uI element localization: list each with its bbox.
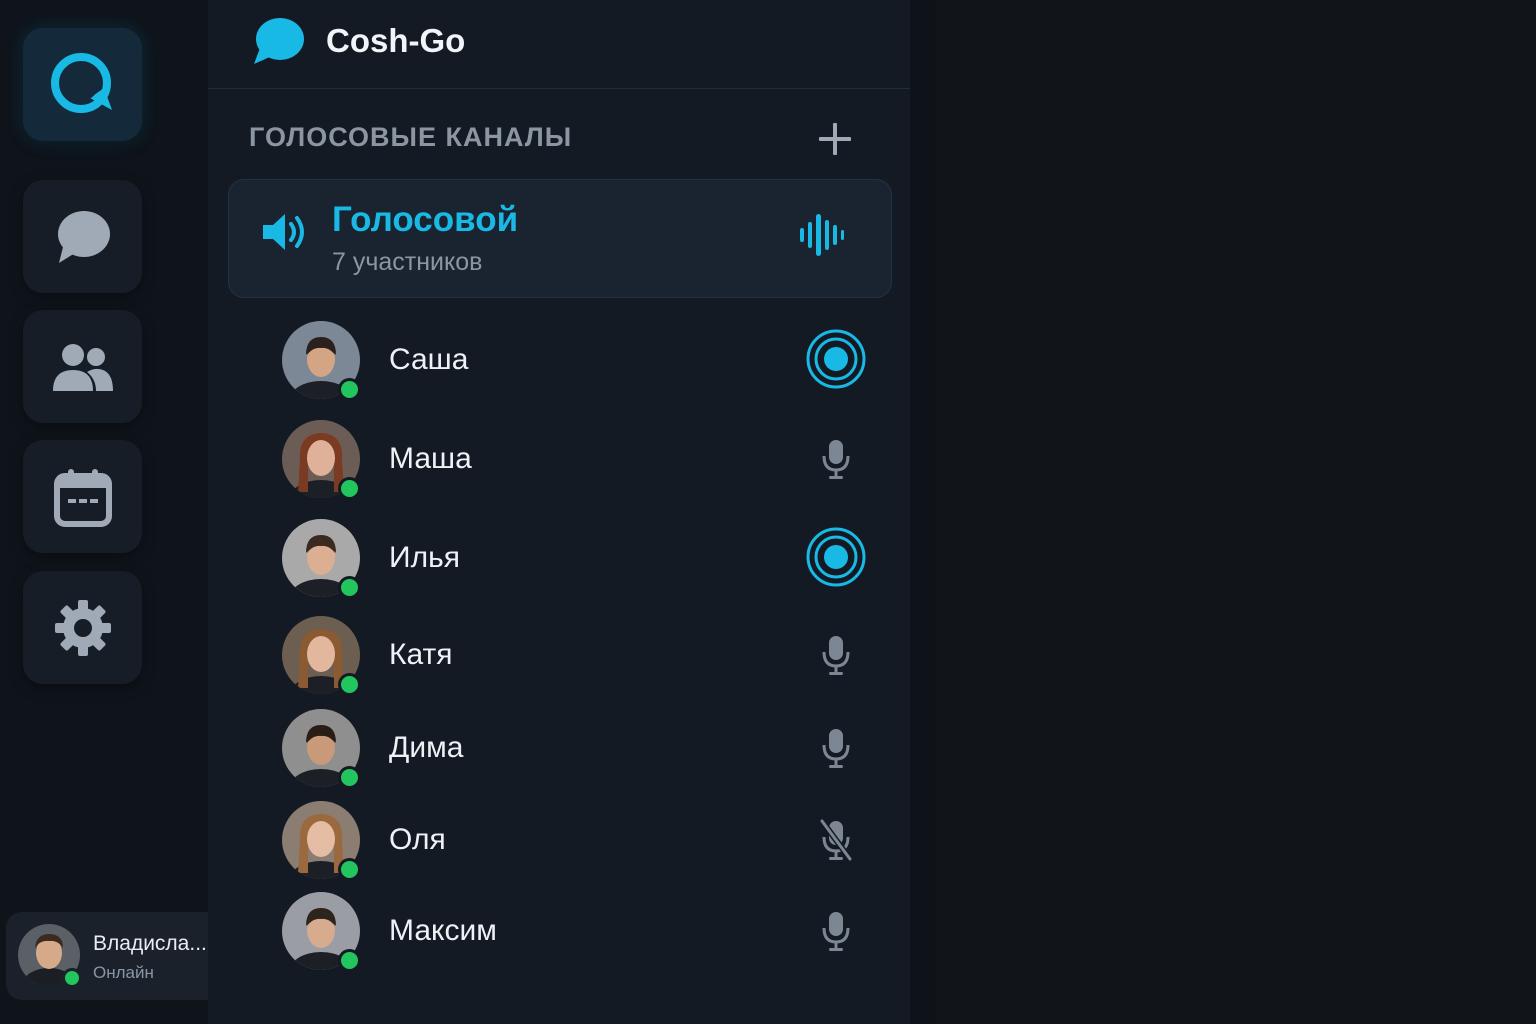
member-voice-status[interactable] (805, 427, 867, 494)
current-user-status: Онлайн (93, 963, 154, 982)
logo-chat-icon (50, 52, 112, 113)
online-indicator (338, 858, 361, 881)
current-user-card[interactable]: Владисла... Онлайн (6, 912, 230, 1000)
voice-channel-item[interactable]: Голосовой 7 участников (228, 179, 892, 298)
member-name: Маша (389, 442, 472, 475)
sound-wave-icon (800, 214, 844, 256)
plus-icon (819, 123, 851, 155)
rail-settings-button[interactable] (23, 571, 142, 684)
member-voice-status[interactable] (805, 808, 867, 875)
online-indicator (338, 378, 361, 401)
channel-name: Голосовой (332, 200, 519, 239)
member-voice-status[interactable] (805, 526, 867, 593)
member-name: Максим (389, 914, 497, 947)
member-name: Илья (389, 541, 460, 574)
member-name: Оля (389, 823, 446, 856)
member-row[interactable]: Катя (208, 611, 910, 701)
online-indicator (338, 576, 361, 599)
member-name: Катя (389, 638, 453, 671)
mic-muted-icon (819, 819, 853, 861)
mic-icon (822, 440, 850, 479)
member-voice-status[interactable] (805, 623, 867, 690)
online-indicator (338, 949, 361, 972)
users-icon (52, 343, 113, 391)
member-row[interactable]: Илья (208, 514, 910, 604)
member-row[interactable]: Маша (208, 415, 910, 505)
member-row[interactable]: Саша (208, 316, 910, 406)
rail-chats-button[interactable] (23, 180, 142, 293)
online-indicator (338, 766, 361, 789)
calendar-icon (53, 468, 112, 527)
speaking-indicator-icon (806, 527, 866, 587)
speaking-indicator-icon (806, 329, 866, 389)
online-indicator (62, 968, 82, 988)
chat-bubble-icon (57, 210, 110, 263)
rail-home-button[interactable] (23, 28, 142, 141)
app-logo-icon (254, 18, 304, 64)
online-indicator (338, 477, 361, 500)
current-user-name: Владисла... (93, 932, 207, 955)
left-rail: Владисла... Онлайн (0, 0, 230, 1024)
member-name: Дима (389, 731, 464, 764)
app-header: Cosh-Go (208, 0, 910, 89)
member-voice-status[interactable] (805, 328, 867, 395)
member-row[interactable]: Оля (208, 796, 910, 886)
member-voice-status[interactable] (805, 899, 867, 966)
app-title: Cosh-Go (326, 22, 466, 59)
voice-channels-panel: Cosh-Go ГОЛОСОВЫЕ КАНАЛЫ Голосовой 7 уча… (208, 0, 910, 1024)
speaker-icon (263, 214, 304, 250)
panel-divider (910, 0, 936, 1024)
mic-icon (822, 636, 850, 675)
member-row[interactable]: Дима (208, 704, 910, 794)
channel-member-count: 7 участников (332, 248, 483, 276)
gear-icon (54, 599, 111, 656)
rail-calendar-button[interactable] (23, 440, 142, 553)
content-area (936, 0, 1536, 1024)
member-name: Саша (389, 343, 469, 376)
add-channel-button[interactable] (816, 120, 854, 158)
mic-icon (822, 912, 850, 951)
online-indicator (338, 673, 361, 696)
mic-icon (822, 729, 850, 768)
section-title: ГОЛОСОВЫЕ КАНАЛЫ (249, 122, 573, 152)
rail-friends-button[interactable] (23, 310, 142, 423)
member-row[interactable]: Максим (208, 887, 910, 977)
member-voice-status[interactable] (805, 716, 867, 783)
